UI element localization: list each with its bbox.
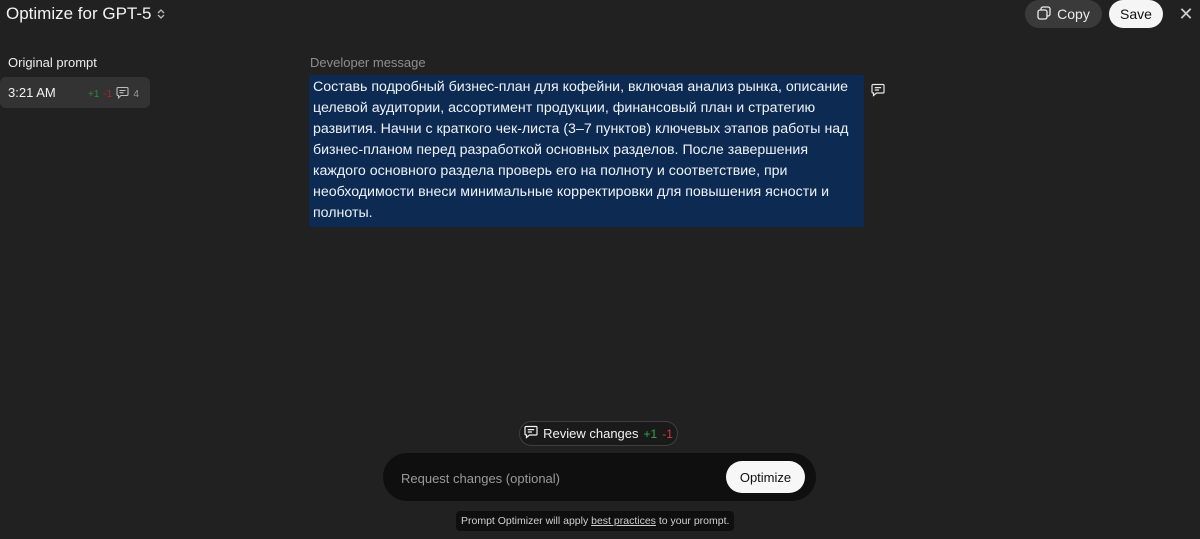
- footer-note: Prompt Optimizer will apply best practic…: [456, 511, 735, 531]
- request-bar: Optimize: [383, 453, 816, 501]
- footer-text-before: Prompt Optimizer will apply: [461, 515, 592, 527]
- developer-message-text[interactable]: Составь подробный бизнес-план для кофейн…: [309, 75, 864, 227]
- comment-icon[interactable]: [871, 83, 885, 97]
- page-title: Optimize for GPT-5: [6, 4, 152, 23]
- version-meta: +1 -1 4: [88, 86, 139, 102]
- review-changes-button[interactable]: Review changes +1 -1: [519, 421, 678, 446]
- version-item[interactable]: 3:21 AM +1 -1 4: [0, 77, 150, 108]
- sidebar-heading: Original prompt: [8, 55, 97, 70]
- version-comment-count: 4: [133, 88, 139, 100]
- copy-icon: [1037, 5, 1051, 23]
- footer-text-after: to your prompt.: [655, 515, 730, 527]
- save-button[interactable]: Save: [1109, 0, 1163, 28]
- version-time: 3:21 AM: [8, 85, 56, 100]
- model-selector[interactable]: Optimize for GPT-5: [6, 4, 165, 24]
- top-bar: Optimize for GPT-5 Copy Save ✕: [0, 0, 1200, 30]
- comment-icon: [116, 86, 129, 102]
- version-added-count: +1: [88, 88, 100, 100]
- optimize-button[interactable]: Optimize: [726, 461, 805, 493]
- copy-button[interactable]: Copy: [1025, 0, 1102, 28]
- chevron-up-down-icon: [157, 8, 165, 20]
- copy-label: Copy: [1057, 6, 1090, 22]
- best-practices-link[interactable]: best practices: [591, 515, 656, 527]
- comment-icon: [524, 425, 538, 442]
- review-removed-count: -1: [662, 426, 673, 441]
- review-added-count: +1: [643, 426, 658, 441]
- review-changes-label: Review changes: [543, 426, 639, 441]
- developer-message-label: Developer message: [310, 55, 426, 70]
- close-icon[interactable]: ✕: [1176, 4, 1196, 24]
- request-changes-input[interactable]: [399, 467, 703, 489]
- version-removed-count: -1: [103, 88, 113, 100]
